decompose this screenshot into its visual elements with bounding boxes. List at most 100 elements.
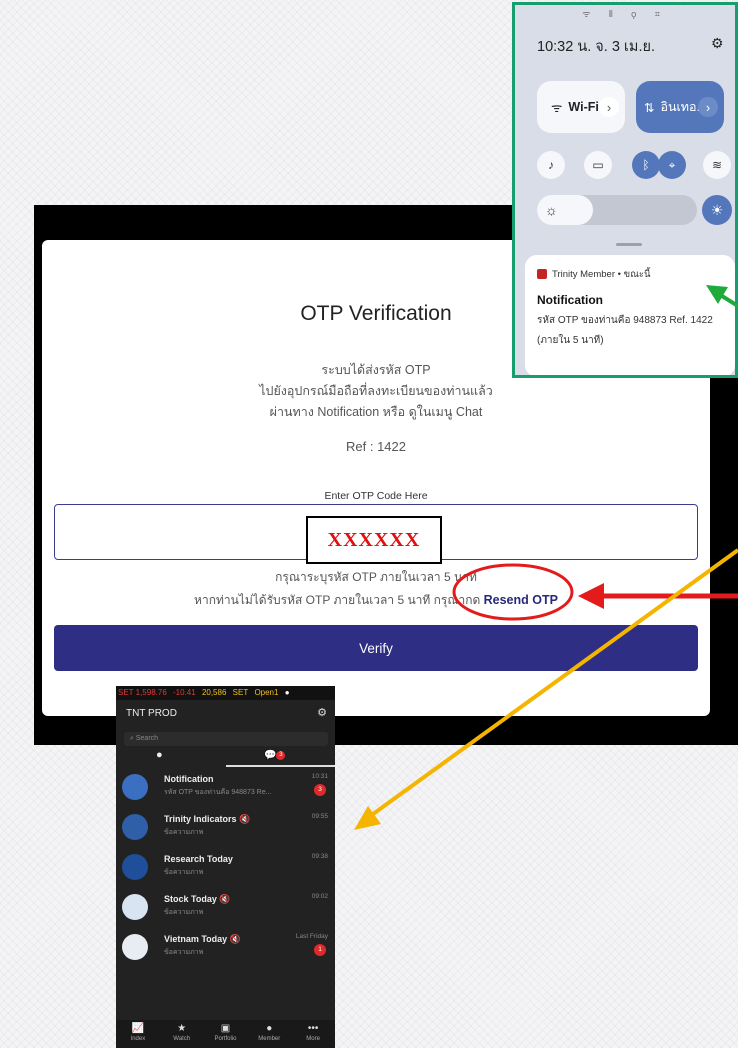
- bottom-nav: 📈 Index ★ Watch ▣ Portfolio ● Member ••• More: [116, 1020, 335, 1048]
- otp-message-line3: ผ่านทาง Notification หรือ ดูในเมนู Chat: [269, 405, 483, 419]
- nav-label: Portfolio: [214, 1036, 237, 1042]
- chevron-right-icon[interactable]: ›: [599, 97, 619, 117]
- search-placeholder: Search: [135, 735, 159, 742]
- nav-label: Member: [258, 1036, 281, 1042]
- panel-handle[interactable]: [616, 243, 642, 246]
- chats-tab[interactable]: 💬 3: [264, 750, 286, 761]
- chat-time: 10:31: [311, 773, 328, 780]
- nav-label: Watch: [173, 1036, 191, 1042]
- hotspot-icon[interactable]: ≋: [703, 151, 731, 179]
- sound-icon[interactable]: ♪: [537, 151, 565, 179]
- chat-preview: ข้อความภาพ: [164, 909, 204, 916]
- brightness-sun-icon: ☼: [537, 195, 593, 225]
- chat-preview: ข้อความภาพ: [164, 869, 204, 876]
- ticker-volume: 20,586: [201, 688, 227, 697]
- otp-message-line2: ไปยังอุปกรณ์มือถือที่ลงทะเบียนของท่านแล้…: [259, 384, 493, 398]
- nav-label: Index: [130, 1036, 146, 1042]
- unread-badge: 3: [314, 784, 326, 796]
- chat-name: Research Today: [164, 854, 233, 864]
- verify-button[interactable]: Verify: [54, 625, 698, 671]
- star-icon: ★: [177, 1023, 187, 1034]
- chat-name-text: Trinity Indicators: [164, 814, 237, 824]
- search-input[interactable]: ⌕ Search: [124, 732, 328, 746]
- screen-icon[interactable]: ▭: [584, 151, 612, 179]
- nav-portfolio[interactable]: ▣ Portfolio: [205, 1020, 245, 1048]
- nav-index[interactable]: 📈 Index: [118, 1020, 158, 1048]
- chat-row-research-today[interactable]: Research Today ข้อความภาพ 09:38: [116, 850, 335, 890]
- mobile-data-tile[interactable]: ⇅ อินเทอ.. ›: [636, 81, 724, 133]
- notification-body: รหัส OTP ของท่านคือ 948873 Ref. 1422: [537, 315, 713, 326]
- chat-name: Notification: [164, 774, 214, 784]
- more-icon: •••: [307, 1023, 319, 1034]
- mute-icon: 🔇: [229, 934, 241, 944]
- brightness-slider[interactable]: ☼: [537, 195, 697, 225]
- auto-brightness-icon[interactable]: ☀: [702, 195, 732, 225]
- panel-clock: 10:32 น. จ. 3 เม.ย.: [537, 39, 655, 55]
- status-bar-icons: ᯤ ⦀ ⚲ ⌗: [582, 9, 668, 19]
- ticker-change: -10.41: [173, 688, 196, 697]
- market-ticker: SET 1,598.76 -10.41 20,586 SET Open1 ●: [116, 686, 335, 700]
- ticker-set-index: SET 1,598.76: [118, 688, 167, 697]
- chart-icon: 📈: [131, 1023, 145, 1034]
- otp-time-note: กรุณาระบุรหัส OTP ภายในเวลา 5 นาที: [275, 570, 477, 584]
- chat-name: Vietnam Today 🔇: [164, 934, 241, 945]
- contacts-tab-icon[interactable]: ●: [156, 749, 163, 761]
- settings-icon[interactable]: ⚙: [711, 35, 724, 52]
- otp-value-highlight: XXXXXX: [306, 516, 442, 564]
- chat-preview: ข้อความภาพ: [164, 829, 204, 836]
- nav-member[interactable]: ● Member: [249, 1020, 289, 1048]
- resend-otp-link[interactable]: Resend OTP: [484, 593, 558, 607]
- chat-name: Trinity Indicators 🔇: [164, 814, 250, 825]
- resend-note: หากท่านไม่ได้รับรหัส OTP ภายในเวลา 5 นาท…: [42, 591, 710, 610]
- chat-time: Last Friday: [295, 933, 328, 940]
- nav-more[interactable]: ••• More: [293, 1020, 333, 1048]
- notification-title: Notification: [537, 293, 603, 307]
- bell-icon: [122, 774, 148, 800]
- avatar: [122, 894, 148, 920]
- chat-row-notification[interactable]: Notification รหัส OTP ของท่านคือ 948873 …: [116, 770, 335, 810]
- otp-input-label: Enter OTP Code Here: [324, 490, 428, 502]
- bluetooth-icon[interactable]: ᛒ: [632, 151, 660, 179]
- chevron-right-icon[interactable]: ›: [698, 97, 718, 117]
- chat-name-text: Stock Today: [164, 894, 217, 904]
- notification-card[interactable]: Trinity Member • ขณะนี้ Notification รหั…: [525, 255, 735, 375]
- chat-row-vietnam-today[interactable]: Vietnam Today 🔇 ข้อความภาพ Last Friday 1: [116, 930, 335, 970]
- phone-chat-screen: SET 1,598.76 -10.41 20,586 SET Open1 ● T…: [116, 686, 335, 1048]
- location-icon[interactable]: ⌖: [658, 151, 686, 179]
- active-tab-indicator: [226, 765, 335, 767]
- notification-body-validity: (ภายใน 5 นาที): [537, 335, 604, 346]
- user-icon: ●: [266, 1023, 273, 1034]
- notification-panel: ᯤ ⦀ ⚲ ⌗ 10:32 น. จ. 3 เม.ย. ⚙ ᯤ Wi-Fi › …: [512, 2, 738, 378]
- nav-label: More: [306, 1036, 320, 1042]
- wifi-tile[interactable]: ᯤ Wi-Fi ›: [537, 81, 625, 133]
- chat-time: 09:02: [311, 893, 328, 900]
- avatar: [122, 854, 148, 880]
- wifi-label: Wi-Fi: [568, 100, 599, 114]
- chat-time: 09:55: [311, 813, 328, 820]
- chat-row-stock-today[interactable]: Stock Today 🔇 ข้อความภาพ 09:02: [116, 890, 335, 930]
- avatar: [122, 814, 148, 840]
- avatar: [122, 934, 148, 960]
- ticker-status: Open1: [254, 688, 279, 697]
- chat-preview: รหัส OTP ของท่านคือ 948873 Re...: [164, 789, 272, 796]
- chat-bubble-icon[interactable]: ●: [285, 688, 290, 697]
- wifi-icon: ᯤ: [551, 100, 563, 115]
- briefcase-icon: ▣: [220, 1023, 231, 1034]
- chat-icon: 💬: [264, 750, 277, 761]
- chat-time: 09:38: [311, 853, 328, 860]
- resend-note-text: หากท่านไม่ได้รับรหัส OTP ภายในเวลา 5 นาท…: [194, 593, 484, 607]
- chat-name: Stock Today 🔇: [164, 894, 231, 905]
- data-arrows-icon: ⇅: [644, 100, 655, 115]
- gear-icon[interactable]: ⚙: [317, 706, 327, 719]
- yellow-arrow-head: [354, 806, 381, 830]
- chats-badge: 3: [276, 750, 286, 760]
- notification-app-name: Trinity Member • ขณะนี้: [552, 269, 651, 280]
- mute-icon: 🔇: [239, 814, 251, 824]
- ref-code: Ref : 1422: [346, 439, 406, 454]
- chat-row-trinity-indicators[interactable]: Trinity Indicators 🔇 ข้อความภาพ 09:55: [116, 810, 335, 850]
- nav-watch[interactable]: ★ Watch: [162, 1020, 202, 1048]
- trinity-app-icon: [537, 269, 547, 279]
- phone-app-title: TNT PROD: [126, 708, 177, 719]
- unread-badge: 1: [314, 944, 326, 956]
- ticker-set: SET: [232, 688, 249, 697]
